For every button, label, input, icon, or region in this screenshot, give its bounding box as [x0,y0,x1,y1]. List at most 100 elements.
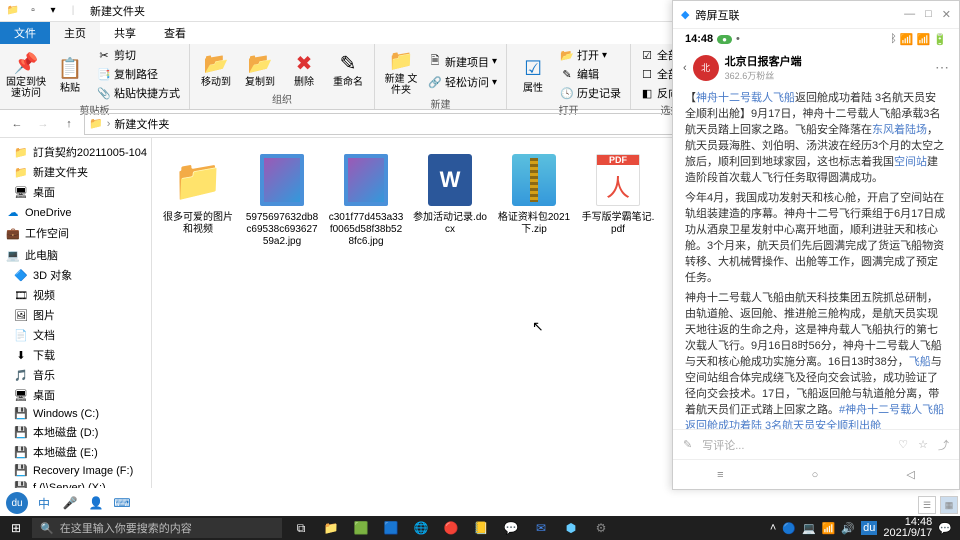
notifications-icon[interactable]: 💬 [938,522,952,535]
baidu-icon[interactable]: du [6,492,28,514]
like-icon[interactable]: ♡ [898,438,908,451]
taskview-icon[interactable]: ⧉ [288,518,314,538]
app-icon[interactable]: ⬢ [558,518,584,538]
app-icon[interactable]: 💬 [498,518,524,538]
open-button[interactable]: 📂打开 ▾ [557,46,624,64]
sidebar-item[interactable]: ⬇下载 [0,345,151,365]
sidebar-item[interactable]: 📁新建文件夹 [0,162,151,182]
app-icon[interactable]: 🟩 [348,518,374,538]
start-button[interactable]: ⊞ [0,521,32,535]
sidebar-item[interactable]: 🖼图片 [0,305,151,325]
copyto-button[interactable]: 📂复制到 [240,46,280,91]
nav-menu-icon[interactable]: ≡ [717,469,723,481]
paste-shortcut-button[interactable]: 📎粘贴快捷方式 [94,84,183,102]
file-item[interactable]: 5975697632db8c69538c69362759a2.jpg [244,150,320,248]
app-icon[interactable]: 📁 [318,518,344,538]
delete-button[interactable]: ✖删除 [284,46,324,91]
source-name[interactable]: 北京日报客户端 [725,53,929,69]
tray-volume-icon[interactable]: 🔊 [841,522,855,535]
sidebar-item[interactable]: 💾f (\\Server) (X:) [0,479,151,488]
sidebar-item[interactable]: 💻此电脑 [0,245,151,265]
tray-icon[interactable]: 📶 [822,522,836,535]
nav-back-icon[interactable]: ◁ [906,468,914,481]
tab-home[interactable]: 主页 [50,22,100,44]
paste-button[interactable]: 📋粘贴 [50,46,90,102]
app-icon[interactable]: 🟦 [378,518,404,538]
tray-icon[interactable]: 🔵 [782,522,796,535]
article-link[interactable]: 飞船 [909,356,931,368]
more-icon[interactable]: ⋯ [935,59,949,76]
icons-view-button[interactable]: ▦ [940,496,958,514]
app-icon[interactable]: ⚙ [588,518,614,538]
sidebar-item[interactable]: 📄文档 [0,325,151,345]
back-button[interactable]: ← [6,113,28,135]
article-link[interactable]: 神舟十二号载人飞船 [696,92,795,104]
properties-button[interactable]: ☑属性 [513,46,553,102]
moveto-button[interactable]: 📂移动到 [196,46,236,91]
article-link[interactable]: 空间站 [894,156,927,168]
dock-ime-icon[interactable]: 中 [34,493,54,513]
article-link[interactable]: 东风着陆场 [872,124,927,136]
folder-icon[interactable]: 📁 [4,2,22,20]
share-icon[interactable]: ⤴ [938,437,949,453]
back-icon[interactable]: ‹ [683,62,687,74]
avatar[interactable]: 北 [693,55,719,81]
taskbar-search[interactable]: 🔍 在这里输入你要搜索的内容 [32,518,282,538]
chevron-right-icon[interactable]: › [107,118,111,130]
tray-chevron-icon[interactable]: ˄ [770,522,776,534]
sidebar-item[interactable]: 💾Recovery Image (F:) [0,462,151,479]
sidebar-item[interactable]: ☁OneDrive [0,204,151,221]
sidebar-item[interactable]: 💾Windows (C:) [0,405,151,422]
cut-button[interactable]: ✂剪切 [94,46,183,64]
easyaccess-button[interactable]: 🔗轻松访问 ▾ [425,73,500,91]
details-view-button[interactable]: ☰ [918,496,936,514]
up-button[interactable]: ↑ [58,113,80,135]
dock-mic-icon[interactable]: 🎤 [60,493,80,513]
sidebar-item[interactable]: 💾本地磁盘 (E:) [0,442,151,462]
newitem-button[interactable]: 🗎新建项目 ▾ [425,51,500,72]
panel-close-button[interactable]: ✕ [942,8,951,21]
tab-share[interactable]: 共享 [100,22,150,44]
dock-keyboard-icon[interactable]: ⌨ [112,493,132,513]
sidebar-item[interactable]: 🎞视频 [0,285,151,305]
file-item[interactable]: c301f77d453a33f0065d58f38b528fc6.jpg [328,150,404,248]
tab-view[interactable]: 查看 [150,22,200,44]
edit-button[interactable]: ✎编辑 [557,65,624,83]
star-icon[interactable]: ☆ [918,438,928,451]
app-icon[interactable]: 🔴 [438,518,464,538]
comment-input[interactable]: 写评论... [702,437,888,453]
file-item[interactable]: 格证资料包2021下.zip [496,150,572,248]
tab-file[interactable]: 文件 [0,22,50,44]
article-body[interactable]: 【神舟十二号载人飞船返回舱成功着陆 3名航天员安全顺利出舱】9月17日，神舟十二… [673,86,959,429]
app-icon[interactable]: 🌐 [408,518,434,538]
rename-button[interactable]: ✎重命名 [328,46,368,91]
sidebar-item[interactable]: 🖥桌面 [0,182,151,202]
navigation-pane[interactable]: 📁訂貨契約20211005-104📁新建文件夹🖥桌面☁OneDrive💼工作空间… [0,138,152,488]
sidebar-item[interactable]: 🖥桌面 [0,385,151,405]
pin-button[interactable]: 📌固定到快 速访问 [6,46,46,102]
sidebar-item[interactable]: 🔷3D 对象 [0,265,151,285]
app-icon[interactable]: ✉ [528,518,554,538]
forward-button[interactable]: → [32,113,54,135]
nav-home-icon[interactable]: ○ [812,469,819,481]
compose-icon[interactable]: ✎ [683,438,692,451]
taskbar-clock[interactable]: 14:482021/9/17 [883,517,932,539]
dock-person-icon[interactable]: 👤 [86,493,106,513]
app-icon[interactable]: 📒 [468,518,494,538]
file-item[interactable]: 📁很多可爱的图片和视频 [160,150,236,248]
panel-minimize-button[interactable]: — [904,8,915,21]
panel-maximize-button[interactable]: □ [925,8,932,21]
sidebar-item[interactable]: 📁訂貨契約20211005-104 [0,142,151,162]
sidebar-item[interactable]: 💾本地磁盘 (D:) [0,422,151,442]
history-button[interactable]: 🕓历史记录 [557,84,624,102]
qat-dropdown-icon[interactable]: ▾ [44,2,62,20]
qat-item[interactable]: ▫ [24,2,42,20]
file-item[interactable]: W参加活动记录.docx [412,150,488,248]
sidebar-item[interactable]: 🎵音乐 [0,365,151,385]
copypath-button[interactable]: 📑复制路径 [94,65,183,83]
tray-icon[interactable]: 💻 [802,522,816,535]
file-item[interactable]: PDF人手写版学霸笔记.pdf [580,150,656,248]
newfolder-button[interactable]: 📁新建 文件夹 [381,46,421,96]
breadcrumb-item[interactable]: 新建文件夹 [114,116,169,132]
tray-ime-icon[interactable]: du [861,521,877,535]
